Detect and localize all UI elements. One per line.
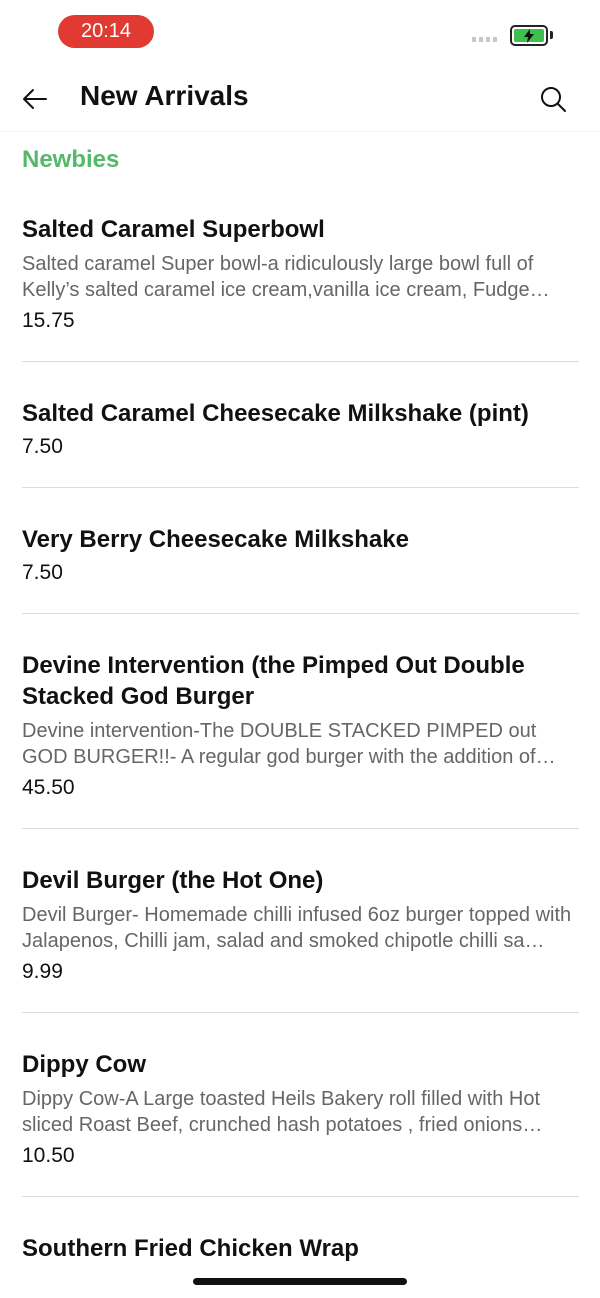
divider [22, 613, 579, 614]
search-icon [541, 87, 566, 112]
arrow-left-icon [23, 89, 47, 109]
divider [22, 1196, 579, 1197]
list-item[interactable]: Salted Caramel Superbowl Salted caramel … [22, 214, 579, 335]
battery-tip [550, 31, 553, 39]
item-name: Devil Burger (the Hot One) [22, 867, 324, 894]
signal-icon [472, 37, 497, 42]
home-indicator[interactable] [193, 1278, 407, 1285]
item-price: 45.50 [22, 776, 75, 799]
divider [22, 487, 579, 488]
item-name: Very Berry Cheesecake Milkshake [22, 526, 409, 553]
list-item[interactable]: Salted Caramel Cheesecake Milkshake (pin… [22, 398, 579, 461]
charging-bolt-icon [524, 28, 534, 43]
list-item[interactable]: Very Berry Cheesecake Milkshake 7.50 [22, 524, 579, 587]
battery-icon [510, 25, 548, 46]
item-name: Salted Caramel Cheesecake Milkshake (pin… [22, 400, 529, 427]
item-price: 9.99 [22, 960, 63, 983]
page-title: New Arrivals [80, 80, 249, 111]
divider [22, 828, 579, 829]
list-item[interactable]: Devil Burger (the Hot One) Devil Burger-… [22, 865, 579, 986]
item-price: 15.75 [22, 309, 75, 332]
status-time: 20:14 [58, 15, 154, 48]
item-description: Salted caramel Super bowl-a ridiculously… [22, 253, 534, 301]
back-button[interactable] [20, 84, 50, 114]
list-item[interactable]: Southern Fried Chicken Wrap [22, 1233, 579, 1264]
list-item[interactable]: Devine Intervention (the Pimped Out Doub… [22, 650, 579, 802]
list-item[interactable]: Dippy Cow Dippy Cow-A Large toasted Heil… [22, 1049, 579, 1170]
status-bar: 20:14 [0, 0, 600, 64]
item-name: Devine Intervention (the Pimped Out Doub… [22, 652, 525, 710]
item-description: Devil Burger- Homemade chilli infused 6o… [22, 904, 572, 952]
section-title: Newbies [22, 146, 120, 173]
item-name: Salted Caramel Superbowl [22, 216, 325, 243]
item-description: Devine intervention-The DOUBLE STACKED P… [22, 720, 556, 768]
menu-list: Salted Caramel Superbowl Salted caramel … [22, 214, 579, 1264]
search-button[interactable] [538, 84, 568, 114]
item-name: Southern Fried Chicken Wrap [22, 1235, 359, 1262]
item-price: 7.50 [22, 561, 63, 584]
divider [22, 361, 579, 362]
item-price: 7.50 [22, 435, 63, 458]
item-name: Dippy Cow [22, 1051, 146, 1078]
top-navigation-bar: New Arrivals [0, 64, 600, 132]
item-description: Dippy Cow-A Large toasted Heils Bakery r… [22, 1088, 540, 1136]
divider [22, 1012, 579, 1013]
item-price: 10.50 [22, 1144, 75, 1167]
